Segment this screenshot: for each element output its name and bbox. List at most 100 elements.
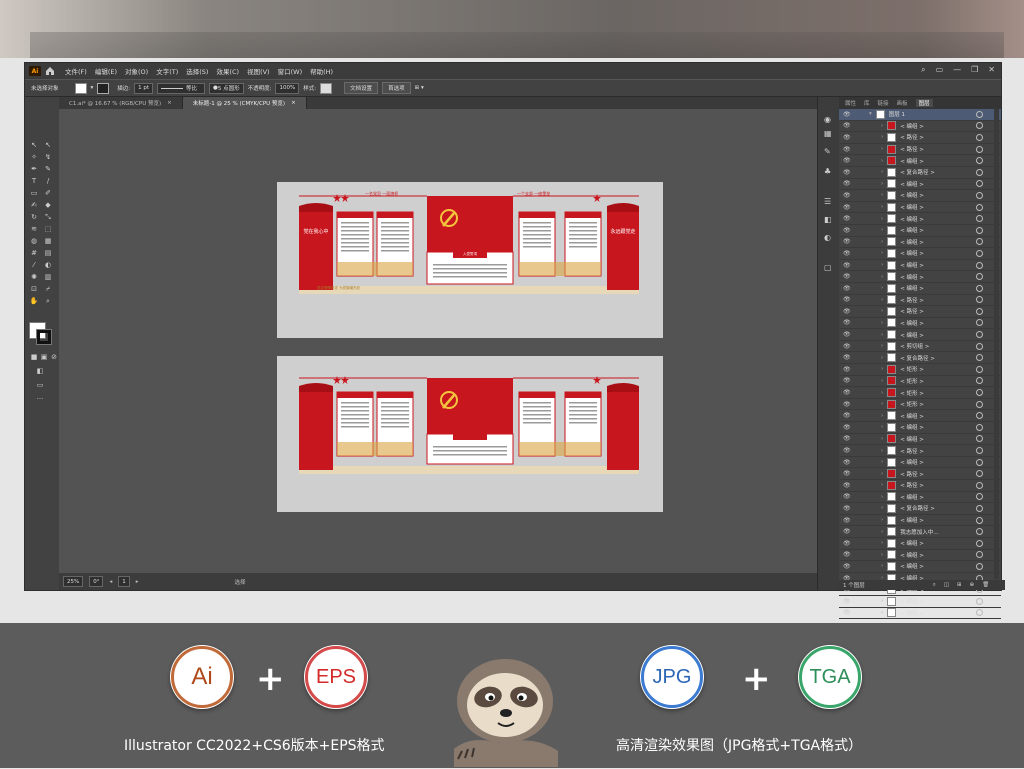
eraser-tool-icon[interactable]: ◆ [43, 201, 53, 209]
visibility-eye-icon[interactable]: 👁 [843, 111, 851, 118]
gradient-mode-icon[interactable]: ▣ [39, 353, 49, 361]
layer-row[interactable]: 👁 › 我志愿加入中… [839, 526, 1001, 538]
target-circle-icon[interactable] [976, 447, 983, 455]
visibility-eye-icon[interactable]: 👁 [843, 470, 851, 477]
chevron-right-icon[interactable]: › [881, 285, 883, 291]
hand-tool-icon[interactable]: ✋ [29, 297, 39, 305]
appearance-panel-icon[interactable]: ◐ [824, 233, 831, 242]
magic-wand-tool-icon[interactable]: ✧ [29, 153, 39, 161]
chevron-right-icon[interactable]: › [881, 181, 883, 187]
stroke-weight-field[interactable]: 1 pt [134, 82, 154, 94]
target-circle-icon[interactable] [976, 504, 983, 512]
visibility-eye-icon[interactable]: 👁 [843, 296, 851, 303]
layer-row[interactable]: 👁 › < 路径 > [839, 468, 1001, 480]
chevron-right-icon[interactable]: › [881, 459, 883, 465]
target-circle-icon[interactable] [976, 145, 983, 153]
layer-row[interactable]: 👁 › < 路径 > [839, 132, 1001, 144]
tab-document-1[interactable]: C1.ai* @ 16.67 % (RGB/CPU 预览) × [59, 97, 183, 109]
chevron-right-icon[interactable]: › [881, 610, 883, 616]
chevron-right-icon[interactable]: › [881, 216, 883, 222]
arrange-icon[interactable]: ⊞ ▾ [415, 85, 424, 91]
layer-row[interactable]: 👁 › < 编组 > [839, 121, 1001, 133]
maximize-button[interactable]: ❐ [971, 65, 978, 75]
transparency-panel-icon[interactable]: ◧ [824, 215, 832, 224]
symbol-sprayer-tool-icon[interactable]: ✺ [29, 273, 39, 281]
slice-tool-icon[interactable]: ⌿ [43, 285, 53, 293]
menu-view[interactable]: 视图(V) [247, 66, 270, 76]
chevron-right-icon[interactable]: › [881, 250, 883, 256]
visibility-eye-icon[interactable]: 👁 [843, 273, 851, 280]
visibility-eye-icon[interactable]: 👁 [843, 459, 851, 466]
layer-row[interactable]: 👁 › < 编组 > [839, 213, 1001, 225]
fill-swatch[interactable] [74, 82, 87, 94]
align-panel-icon[interactable]: ☰ [824, 197, 831, 206]
delete-layer-icon[interactable]: 🗑 [982, 582, 989, 588]
gradient-tool-icon[interactable]: ▤ [43, 249, 53, 257]
selection-tool-icon[interactable]: ↖ [29, 141, 39, 149]
chevron-right-icon[interactable]: › [881, 517, 883, 523]
target-circle-icon[interactable] [976, 539, 983, 547]
target-circle-icon[interactable] [976, 191, 983, 199]
shaper-tool-icon[interactable]: ✍ [29, 201, 39, 209]
visibility-eye-icon[interactable]: 👁 [843, 227, 851, 234]
paintbrush-tool-icon[interactable]: ✐ [43, 189, 53, 197]
menu-object[interactable]: 对象(O) [125, 66, 148, 76]
chevron-right-icon[interactable]: › [881, 320, 883, 326]
target-circle-icon[interactable] [976, 400, 983, 408]
visibility-eye-icon[interactable]: 👁 [843, 262, 851, 269]
visibility-eye-icon[interactable]: 👁 [843, 609, 851, 616]
chevron-right-icon[interactable]: › [881, 158, 883, 164]
layer-row[interactable]: 👁 › < 复合路径 > [839, 503, 1001, 515]
menu-file[interactable]: 文件(F) [65, 66, 87, 76]
layer-row[interactable]: 👁 › < 编组 > [839, 283, 1001, 295]
chevron-right-icon[interactable]: › [881, 529, 883, 535]
visibility-eye-icon[interactable]: 👁 [843, 319, 851, 326]
visibility-eye-icon[interactable]: 👁 [843, 377, 851, 384]
visibility-eye-icon[interactable]: 👁 [843, 192, 851, 199]
chevron-right-icon[interactable]: › [881, 366, 883, 372]
target-circle-icon[interactable] [976, 423, 983, 431]
layer-row[interactable]: 👁 › < 编组 > [839, 271, 1001, 283]
zoom-field[interactable]: 25% [63, 576, 84, 587]
chevron-right-icon[interactable]: › [881, 482, 883, 488]
target-circle-icon[interactable] [976, 307, 983, 315]
chevron-right-icon[interactable]: › [881, 413, 883, 419]
visibility-eye-icon[interactable]: 👁 [843, 493, 851, 500]
visibility-eye-icon[interactable]: 👁 [843, 215, 851, 222]
layer-row[interactable]: 👁 › < 复合路径 > [839, 167, 1001, 179]
chevron-right-icon[interactable]: › [881, 239, 883, 245]
clipping-mask-icon[interactable]: ◫ [944, 582, 949, 588]
layer-row[interactable]: 👁 › < 编组 > [839, 155, 1001, 167]
symbols-panel-icon[interactable]: ♣ [824, 167, 831, 176]
chevron-right-icon[interactable]: › [881, 436, 883, 442]
visibility-eye-icon[interactable]: 👁 [843, 482, 851, 489]
layer-row[interactable]: 👁 › < 编组 > [839, 318, 1001, 330]
visibility-eye-icon[interactable]: 👁 [843, 401, 851, 408]
minimize-button[interactable]: — [953, 65, 961, 75]
width-tool-icon[interactable]: ≋ [29, 225, 39, 233]
canvas-area[interactable]: 一名党员 一面旗帜 一个支部 一座堡垒 党在我心中 永远跟党走 入党誓词 坚定理… [59, 109, 837, 573]
layer-row[interactable]: 👁 › < 矩形 > [839, 387, 1001, 399]
home-icon[interactable] [45, 66, 55, 76]
visibility-eye-icon[interactable]: 👁 [843, 517, 851, 524]
target-circle-icon[interactable] [976, 389, 983, 397]
target-circle-icon[interactable] [976, 342, 983, 350]
tab-properties[interactable]: 属性 [845, 99, 856, 107]
preferences-button[interactable]: 首选项 [382, 82, 411, 94]
curvature-tool-icon[interactable]: ✎ [43, 165, 53, 173]
visibility-eye-icon[interactable]: 👁 [843, 447, 851, 454]
chevron-right-icon[interactable]: › [881, 355, 883, 361]
chevron-right-icon[interactable]: › [881, 540, 883, 546]
layer-row[interactable]: 👁 › < 路径 > [839, 480, 1001, 492]
chevron-right-icon[interactable]: › [881, 424, 883, 430]
chevron-right-icon[interactable]: › [881, 401, 883, 407]
visibility-eye-icon[interactable]: 👁 [843, 204, 851, 211]
visibility-eye-icon[interactable]: 👁 [843, 134, 851, 141]
layer-row[interactable]: 👁 › < 路径 > [839, 445, 1001, 457]
eyedropper-tool-icon[interactable]: ⁄ [29, 261, 39, 269]
target-circle-icon[interactable] [976, 365, 983, 373]
tab-layers[interactable]: 图层 [915, 99, 933, 107]
blend-tool-icon[interactable]: ◐ [43, 261, 53, 269]
visibility-eye-icon[interactable]: 👁 [843, 146, 851, 153]
menu-select[interactable]: 选择(S) [186, 66, 208, 76]
